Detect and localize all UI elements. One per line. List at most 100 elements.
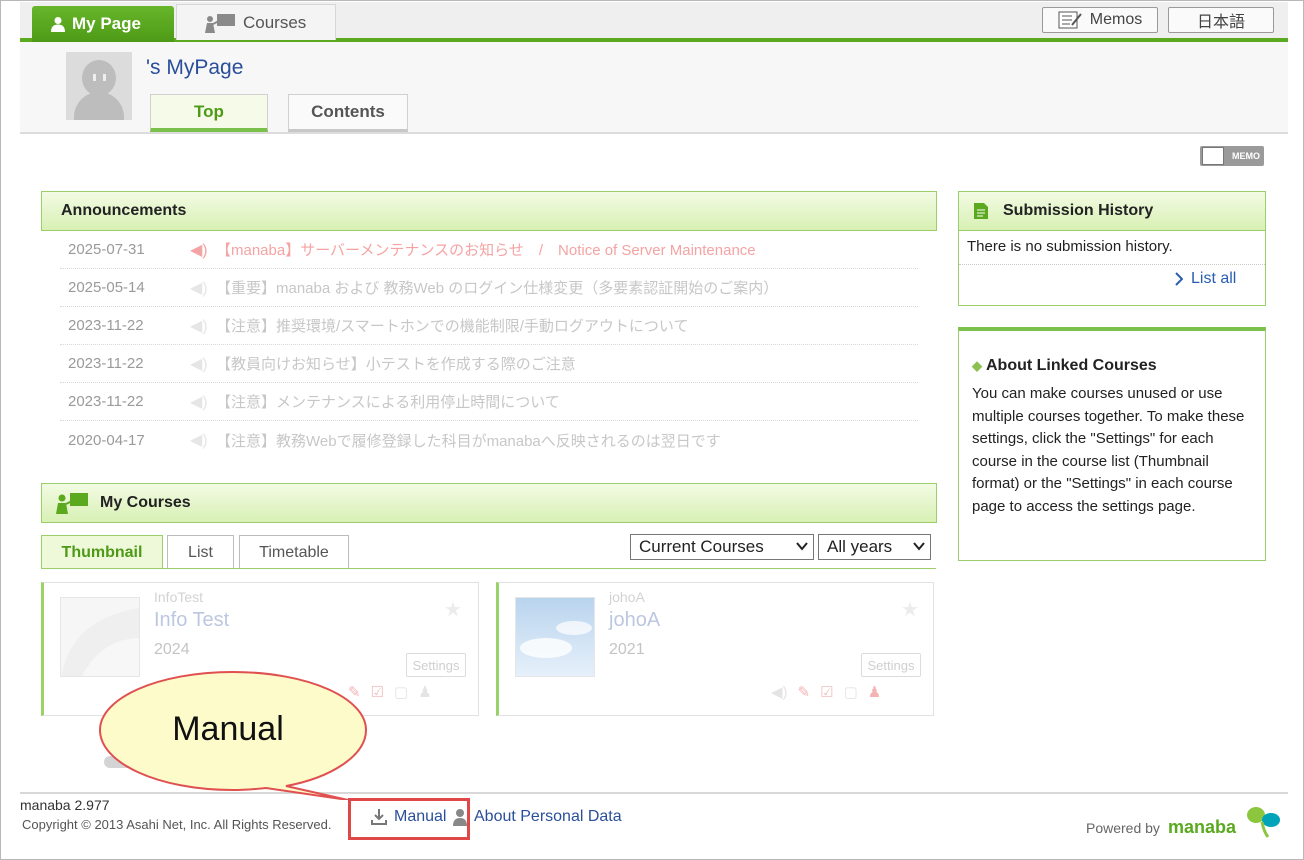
tab-courses[interactable]: Courses [176,4,336,40]
announcement-row[interactable]: 2023-11-22 ◀) 【教員向けお知らせ】小テストを作成する際のご注意 [60,345,918,383]
linked-courses-text: You can make courses unused or use multi… [972,385,1245,515]
callout-text: Manual [172,710,284,748]
memo-icon [1058,11,1082,29]
memo-badge-label: MEMO [1232,151,1260,161]
profile-header: 's MyPage Top Contents [20,42,1288,134]
star-icon[interactable]: ★ [444,597,462,622]
submission-history-panel: There is no submission history. List all [958,230,1266,306]
announcement-link[interactable]: 【注意】教務Webで履修登録した科目がmanabaへ反映されるのは翌日です [216,430,721,451]
check-icon[interactable]: ☑ [371,683,384,701]
announcement-link[interactable]: 【注意】メンテナンスによる利用停止時間について [216,391,560,412]
tab-thumbnail[interactable]: Thumbnail [41,535,163,569]
course-status-value: Current Courses [639,537,764,556]
megaphone-icon: ◀) [190,317,208,335]
personal-data-label: About Personal Data [474,808,622,825]
my-courses-header: My Courses [41,483,937,523]
memo-button[interactable]: MEMO [1200,146,1264,166]
memo-icon [1202,147,1224,165]
course-name[interactable]: johoA [609,609,660,632]
tab-list[interactable]: List [167,535,234,569]
year-value: All years [827,537,893,556]
megaphone-icon: ◀) [190,393,208,411]
report-icon[interactable]: ✎ [798,683,811,701]
submission-history-title: Submission History [1003,202,1154,219]
tab-my-page-label: My Page [72,14,141,33]
courses-icon [56,493,88,514]
user-icon [51,17,65,32]
announcement-link[interactable]: 【manaba】サーバーメンテナンスのお知らせ / Notice of Serv… [216,239,756,260]
tab-top[interactable]: Top [150,94,268,132]
announcement-row[interactable]: 2020-04-17 ◀) 【注意】教務Webで履修登録した科目がmanabaへ… [60,421,918,459]
copyright-text: Copyright © 2013 Asahi Net, Inc. All Rig… [22,817,332,832]
announcement-link[interactable]: 【重要】manaba および 教務Web のログイン仕様変更（多要素認証開始のご… [216,277,778,298]
megaphone-icon: ◀) [190,241,208,259]
diamond-icon: ◆ [972,358,982,373]
check-icon[interactable]: ☑ [820,683,833,701]
tab-my-page[interactable]: My Page [32,6,174,42]
tab-timetable[interactable]: Timetable [239,535,349,569]
settings-button[interactable]: Settings [406,653,466,677]
course-status-icons: ◀) ✎ ☑ ▢ ♟ [771,683,881,701]
course-name[interactable]: Info Test [154,609,229,632]
submission-empty-text: There is no submission history. [967,238,1173,255]
manaba-logo-icon [1246,807,1280,838]
powered-by: Powered by manaba [1086,804,1282,838]
memos-label: Memos [1089,11,1143,28]
person-icon[interactable]: ♟ [418,683,431,701]
chevron-down-icon [796,542,808,551]
person-icon[interactable]: ♟ [868,683,881,701]
announcement-date: 2025-05-14 [68,279,145,296]
announcement-link[interactable]: 【教員向けお知らせ】小テストを作成する際のご注意 [216,353,576,374]
submission-history-header: Submission History [958,191,1266,231]
announcement-date: 2023-11-22 [68,393,144,410]
linked-courses-heading: ◆ About Linked Courses [972,357,1253,375]
announcement-row[interactable]: 2025-07-31 ◀) 【manaba】サーバーメンテナンスのお知らせ / … [60,231,918,269]
star-icon[interactable]: ★ [901,597,919,622]
language-label: 日本語 [1196,14,1245,31]
divider [959,264,1265,265]
announcement-date: 2023-11-22 [68,355,144,372]
chat-icon[interactable]: ▢ [394,683,408,701]
course-year: 2021 [609,641,645,658]
page-title: 's MyPage [146,56,244,79]
course-thumbnail [60,597,140,677]
megaphone-icon[interactable]: ◀) [771,683,788,701]
announcement-row[interactable]: 2023-11-22 ◀) 【注意】メンテナンスによる利用停止時間について [60,383,918,421]
brand-name: manaba [1167,817,1236,837]
language-button[interactable]: 日本語 [1168,7,1274,33]
year-select[interactable]: All years [818,534,931,560]
announcement-link[interactable]: 【注意】推奨環境/スマートホンでの機能制限/手動ログアウトについて [216,315,688,336]
list-all-link[interactable]: List all [1175,270,1236,288]
chevron-right-icon [1175,272,1183,286]
powered-by-text: Powered by [1086,820,1160,836]
tab-underline [42,568,936,569]
personal-data-link[interactable]: About Personal Data [452,808,622,826]
announcement-date: 2023-11-22 [68,317,144,334]
announcement-date: 2020-04-17 [68,431,145,449]
highlight-box [348,798,470,840]
course-code: johoA [609,589,645,605]
settings-button[interactable]: Settings [861,653,921,677]
megaphone-icon: ◀) [190,279,208,297]
tab-contents[interactable]: Contents [288,94,408,132]
tab-courses-label: Courses [243,12,307,32]
announcement-row[interactable]: 2025-05-14 ◀) 【重要】manaba および 教務Web のログイン… [60,269,918,307]
course-year: 2024 [154,641,190,658]
document-icon [974,203,988,219]
megaphone-icon: ◀) [190,355,208,373]
chat-icon[interactable]: ▢ [844,683,858,701]
chevron-down-icon [913,542,925,551]
announcements-header: Announcements [41,191,937,231]
megaphone-icon: ◀) [190,432,208,449]
course-card[interactable]: johoA johoA 2021 ★ Settings ◀) ✎ ☑ ▢ ♟ [496,582,934,716]
course-code: InfoTest [154,589,204,605]
course-status-select[interactable]: Current Courses [630,534,814,560]
linked-courses-panel: ◆ About Linked Courses You can make cour… [958,327,1266,561]
announcement-row[interactable]: 2023-11-22 ◀) 【注意】推奨環境/スマートホンでの機能制限/手動ログ… [60,307,918,345]
top-navigation: My Page Courses Memos 日本語 [20,2,1288,42]
my-courses-title: My Courses [100,494,191,511]
linked-courses-title: About Linked Courses [986,357,1157,374]
courses-icon [205,13,235,33]
memos-button[interactable]: Memos [1042,7,1158,33]
avatar [66,52,132,120]
